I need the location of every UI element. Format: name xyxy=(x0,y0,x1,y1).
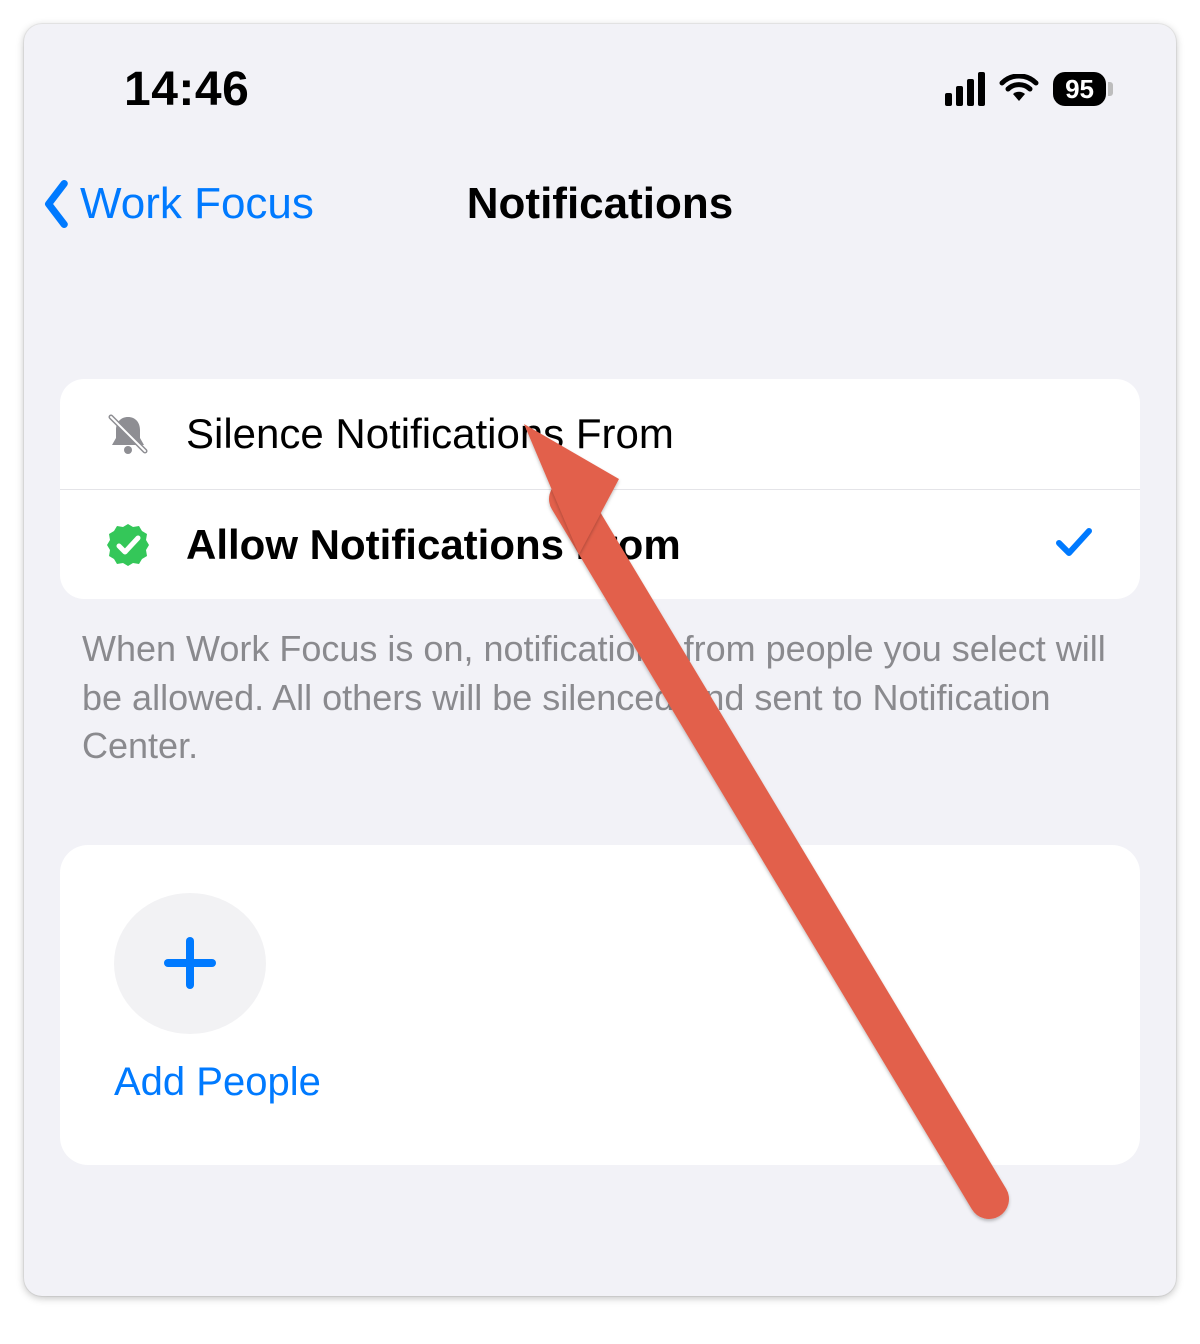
screenshot-frame: 14:46 95 Work Focus Notific xyxy=(24,24,1176,1296)
status-bar: 14:46 95 xyxy=(24,24,1176,154)
add-people-button[interactable] xyxy=(114,893,266,1034)
option-allow-label: Allow Notifications From xyxy=(186,521,681,569)
plus-icon xyxy=(158,931,222,995)
option-silence-label: Silence Notifications From xyxy=(186,410,674,458)
option-silence-notifications[interactable]: Silence Notifications From xyxy=(60,379,1140,489)
back-button[interactable]: Work Focus xyxy=(42,179,314,229)
back-label: Work Focus xyxy=(80,179,314,229)
checkmark-icon xyxy=(1052,520,1096,569)
status-time: 14:46 xyxy=(124,62,249,117)
navigation-bar: Work Focus Notifications xyxy=(24,154,1176,254)
battery-pill: 95 xyxy=(1053,72,1106,106)
wifi-icon xyxy=(999,74,1039,104)
add-people-label[interactable]: Add People xyxy=(114,1060,321,1105)
status-right-cluster: 95 xyxy=(945,72,1106,106)
option-allow-notifications[interactable]: Allow Notifications From xyxy=(60,489,1140,599)
battery-level: 95 xyxy=(1065,76,1094,102)
checkmark-seal-icon xyxy=(102,521,154,569)
people-card: Add People xyxy=(60,845,1140,1165)
cellular-icon xyxy=(945,72,985,106)
bell-slash-icon xyxy=(102,410,154,458)
notification-mode-group: Silence Notifications From Allow Notific… xyxy=(60,379,1140,599)
group-footer-note: When Work Focus is on, notifications fro… xyxy=(82,625,1118,771)
chevron-left-icon xyxy=(42,180,72,228)
